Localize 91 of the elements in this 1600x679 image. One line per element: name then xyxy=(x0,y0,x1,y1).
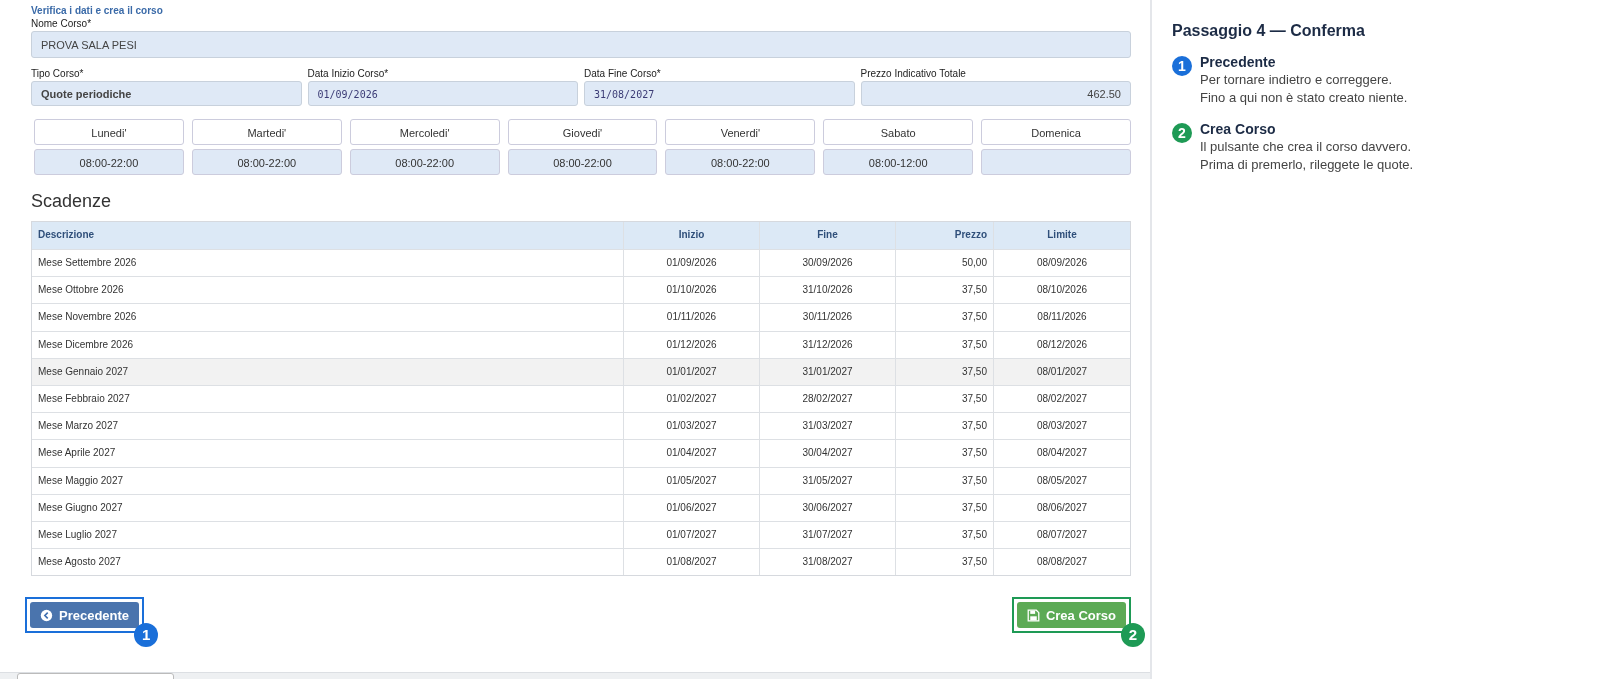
field-label: Nome Corso* xyxy=(31,17,93,31)
table-cell: 01/12/2026 xyxy=(623,331,759,358)
day-label: Mercoledi' xyxy=(349,119,500,145)
table-cell: 08/08/2027 xyxy=(993,549,1130,576)
table-cell: 01/06/2027 xyxy=(623,494,759,521)
table-cell-text: Mese Aprile 2027 xyxy=(37,446,117,461)
table-cell-text: Mese Novembre 2026 xyxy=(37,310,138,325)
day-label: Giovedi' xyxy=(507,119,658,145)
table-cell-text: Mese Agosto 2027 xyxy=(37,555,122,570)
table-cell: 37,50 xyxy=(895,304,993,331)
table-cell: 31/12/2026 xyxy=(759,331,895,358)
select-field[interactable]: Quote periodiche xyxy=(31,81,302,106)
table-cell: 31/05/2027 xyxy=(759,467,895,494)
hours-field[interactable] xyxy=(981,149,1131,175)
table-cell: 37,50 xyxy=(895,549,993,576)
table-cell-text: Mese Gennaio 2027 xyxy=(37,364,130,379)
table-cell: 37,50 xyxy=(895,440,993,467)
table-cell: 01/08/2027 xyxy=(623,549,759,576)
table-row[interactable]: Mese Marzo 2027 01/03/2027 31/03/2027 37,50 08/03/2027 xyxy=(32,412,1130,440)
table-row[interactable]: Mese Gennaio 2027 01/01/2027 31/01/2027 37,50 08/01/2027 xyxy=(32,357,1130,385)
hours-field[interactable]: 08:00-22:00 xyxy=(507,149,658,175)
input-field[interactable]: 462.50 xyxy=(860,81,1131,106)
day-label: Martedi' xyxy=(191,119,342,145)
table-cell: 01/04/2027 xyxy=(623,440,759,467)
table-row[interactable]: Mese Giugno 2027 01/06/2027 30/06/2027 37,50 08/06/2027 xyxy=(32,493,1130,521)
table-row[interactable]: Mese Febbraio 2027 01/02/2027 28/02/2027 37,50 08/02/2027 xyxy=(32,384,1130,413)
step-title: Crea Corso xyxy=(1200,121,1277,138)
table-cell: 30/06/2027 xyxy=(759,494,895,521)
table-cell-text: Mese Dicembre 2026 xyxy=(37,337,135,352)
table-cell: 08/01/2027 xyxy=(993,358,1130,385)
input-field[interactable]: 31/08/2027 xyxy=(584,81,855,106)
table-cell-text: Mese Marzo 2027 xyxy=(37,419,120,434)
table-cell: 01/11/2026 xyxy=(623,304,759,331)
section-heading: Scadenze xyxy=(31,190,113,212)
table-cell-text: Mese Febbraio 2027 xyxy=(37,391,131,406)
number-badge: 1 xyxy=(134,623,159,648)
table-cell: 31/01/2027 xyxy=(759,358,895,385)
step-description: Prima di premerlo, rileggete le quote. xyxy=(1200,156,1414,174)
field-label: Data Fine Corso* xyxy=(584,67,662,81)
table-cell: 37,50 xyxy=(895,467,993,494)
step-title: Precedente xyxy=(1200,54,1277,71)
table-row[interactable]: Mese Dicembre 2026 01/12/2026 31/12/2026 37,50 08/12/2026 xyxy=(32,330,1130,358)
table-cell: 30/04/2027 xyxy=(759,440,895,467)
table-row[interactable]: Mese Novembre 2026 01/11/2026 30/11/2026 37,50 08/11/2026 xyxy=(32,303,1130,331)
table-row[interactable]: Mese Ottobre 2026 01/10/2026 31/10/2026 37,50 08/10/2026 xyxy=(32,276,1130,304)
guide-title: Passaggio 4 — Conferma xyxy=(1172,22,1366,40)
day-label: Domenica xyxy=(981,119,1131,145)
table-cell: 08/05/2027 xyxy=(993,467,1130,494)
day-label: Sabato xyxy=(823,119,974,145)
input-field[interactable]: PROVA SALA PESI xyxy=(31,31,1131,58)
table-cell-text: Mese Settembre 2026 xyxy=(37,256,138,270)
step-description: Il pulsante che crea il corso davvero. xyxy=(1200,138,1412,156)
number-badge: 2 xyxy=(1121,623,1145,648)
table-cell: 37,50 xyxy=(895,331,993,358)
table-row[interactable]: Mese Settembre 2026 01/09/2026 30/09/2026 50,00 08/09/2026 xyxy=(32,249,1130,277)
table-cell-text: Mese Ottobre 2026 xyxy=(37,283,125,298)
hours-field[interactable]: 08:00-22:00 xyxy=(349,149,500,175)
form-title: Verifica i dati e crea il corso xyxy=(31,5,164,17)
table-cell: 01/05/2027 xyxy=(623,467,759,494)
number-badge: 1 xyxy=(1172,56,1192,76)
table-cell: 01/01/2027 xyxy=(623,358,759,385)
field-label: Data Inizio Corso* xyxy=(307,67,390,81)
table-row[interactable]: Mese Maggio 2027 01/05/2027 31/05/2027 37,50 08/05/2027 xyxy=(32,466,1130,494)
table-cell: 37,50 xyxy=(895,494,993,521)
table-cell: 08/12/2026 xyxy=(993,331,1130,358)
table-row[interactable]: Mese Luglio 2027 01/07/2027 31/07/2027 37,50 08/07/2027 xyxy=(32,520,1130,549)
hours-field[interactable]: 08:00-22:00 xyxy=(665,149,816,175)
table-cell: 31/08/2027 xyxy=(759,549,895,576)
day-label: Lunedi' xyxy=(34,119,184,145)
step-description: Fino a qui non è stato creato niente. xyxy=(1200,89,1408,107)
field-label: Prezzo Indicativo Totale xyxy=(860,67,967,81)
hours-field[interactable]: 08:00-22:00 xyxy=(34,149,184,175)
table-row[interactable]: Mese Aprile 2027 01/04/2027 30/04/2027 37,50 08/04/2027 xyxy=(32,439,1130,467)
table-cell: 08/11/2026 xyxy=(993,304,1130,331)
table-row[interactable]: Mese Agosto 2027 01/08/2027 31/08/2027 37,50 08/08/2027 xyxy=(32,548,1130,576)
table-cell: 30/11/2026 xyxy=(759,304,895,331)
input-field[interactable]: 01/09/2026 xyxy=(307,81,578,106)
field-label: Tipo Corso* xyxy=(31,67,85,81)
table-cell-text: Mese Luglio 2027 xyxy=(37,527,118,542)
table-cell: 08/06/2027 xyxy=(993,494,1130,521)
table-cell: 08/04/2027 xyxy=(993,440,1130,467)
day-label: Venerdi' xyxy=(665,119,816,145)
hours-field[interactable]: 08:00-22:00 xyxy=(191,149,342,175)
column-header: Descrizione xyxy=(37,228,96,242)
number-badge: 2 xyxy=(1172,123,1192,143)
table-cell-text: Mese Maggio 2027 xyxy=(37,473,125,488)
table-cell: 37,50 xyxy=(895,358,993,385)
hours-field[interactable]: 08:00-12:00 xyxy=(823,149,974,175)
back-button[interactable]: Precedente xyxy=(30,602,140,629)
step-description: Per tornare indietro e correggere. xyxy=(1200,71,1394,89)
table-cell-text: Mese Giugno 2027 xyxy=(37,500,124,515)
